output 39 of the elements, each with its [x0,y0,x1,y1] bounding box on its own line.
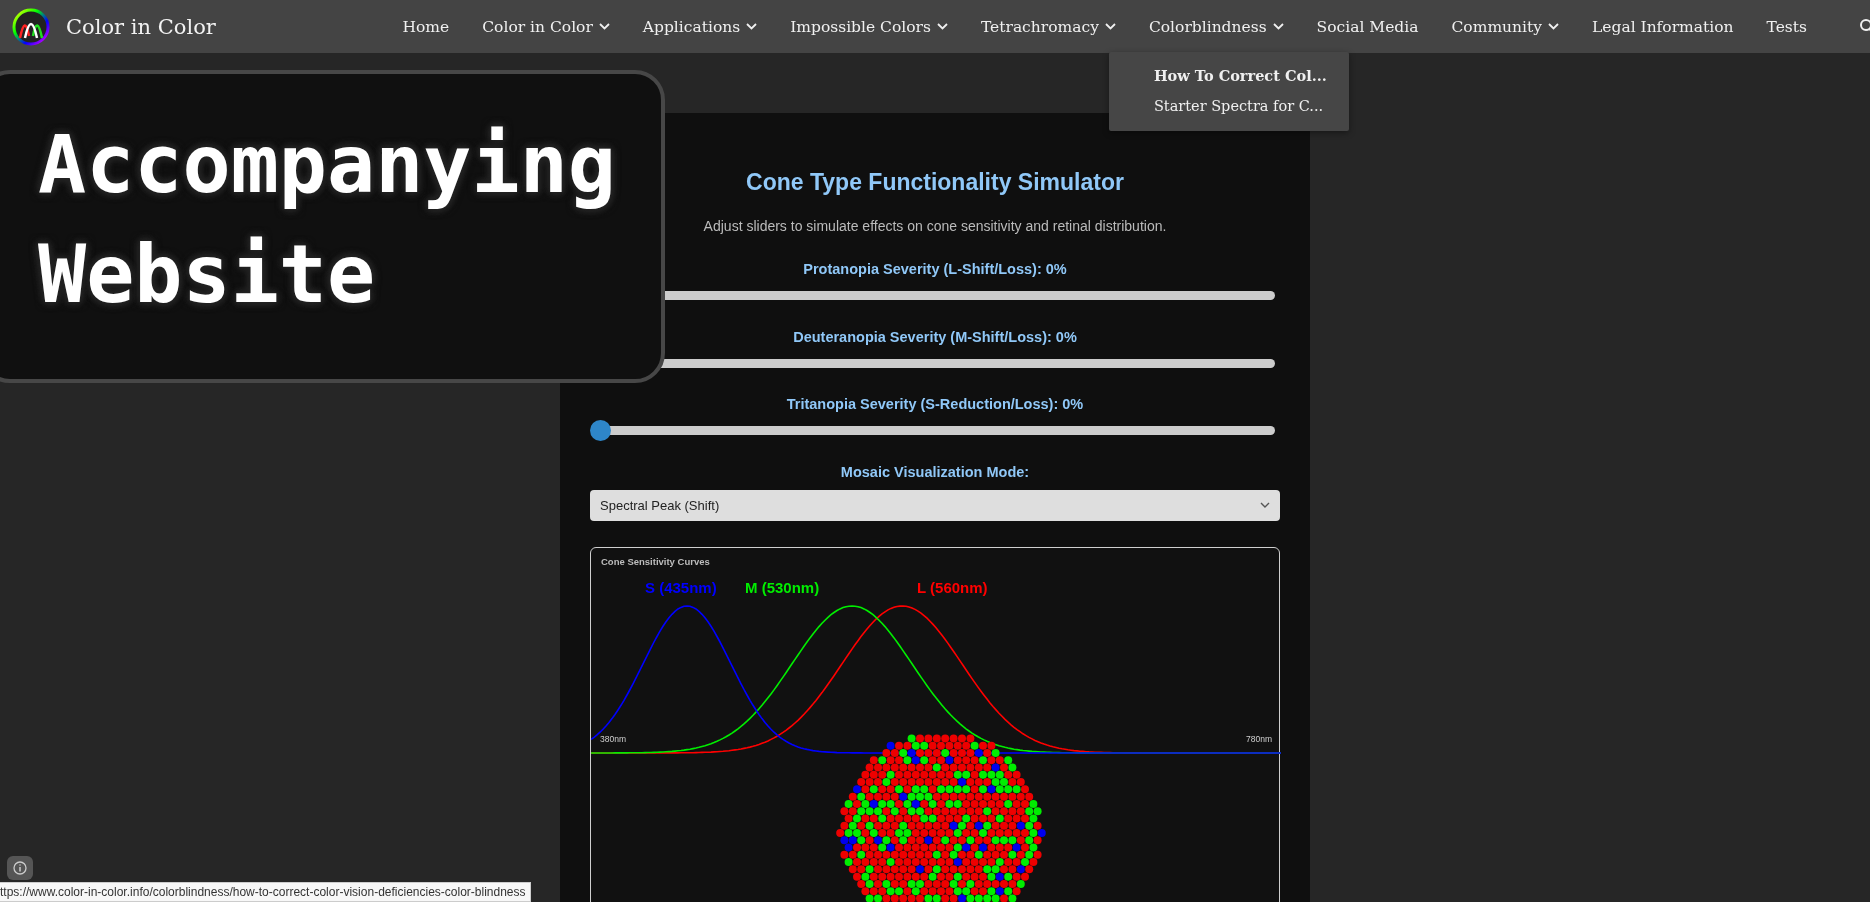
nav-link[interactable]: Legal Information [1592,17,1734,36]
nav-link[interactable]: Social Media [1316,17,1419,36]
nav-link[interactable]: Colorblindness [1148,17,1284,36]
slider-label: Tritanopia Severity (S-Reduction/Loss): 0% [785,396,1085,413]
nav-link[interactable]: Color in Color [482,17,610,36]
chevron-icon [1272,23,1284,30]
overlay-heading: Accompanying [38,117,617,213]
axis-label: 380nm [600,734,626,744]
curve-label: M (530nm) [745,579,820,596]
nav-link[interactable]: Tests [1766,17,1807,36]
simulator-title: Cone Type Functionality Simulator [745,169,1125,196]
nav-link[interactable]: Impossible Colors [790,17,948,36]
status-url: ttps://www.color-in-color.info/colorblindness/how-to-correct-color-vision-deficiencies-color-blindness [0,882,531,902]
site-title[interactable]: Color in Color [66,14,216,39]
nav-link[interactable]: Community [1451,17,1559,36]
chevron-icon [1104,23,1116,30]
dropdown-item[interactable]: How To Correct Col... [1108,59,1349,91]
dropdown-item[interactable]: Starter Spectra for C... [1108,90,1349,121]
chevron-icon [1548,23,1559,30]
curve-label: S (435nm) [645,579,717,596]
overlay-heading: Website [38,227,377,323]
info-icon [13,861,27,875]
slider-label: Deuteranopia Severity (M-Shift/Loss): 0% [792,328,1078,345]
axis-label: 780nm [1246,734,1272,744]
simulator-subtitle: Adjust sliders to simulate effects on cone sensitivity and retinal distribution. [702,218,1168,234]
slider-label: Protanopia Severity (L-Shift/Loss): 0% [802,261,1068,277]
chart-title: Cone Sensitivity Curves [601,556,710,567]
logo-icon[interactable] [12,7,50,46]
curve-label: L (560nm) [917,579,988,596]
nav-link[interactable]: Applications [642,17,758,36]
chevron-icon [746,23,758,30]
nav-link[interactable]: Home [402,17,450,36]
mode-select[interactable]: Spectral Peak (Shift) [590,489,1280,521]
chevron-icon [936,23,948,30]
chevron-icon [1260,502,1270,509]
mode-label: Mosaic Visualization Mode: [839,463,1031,480]
chevron-icon [598,23,610,30]
nav-link[interactable]: Tetrachromacy [980,17,1116,36]
info-button[interactable] [7,856,33,880]
